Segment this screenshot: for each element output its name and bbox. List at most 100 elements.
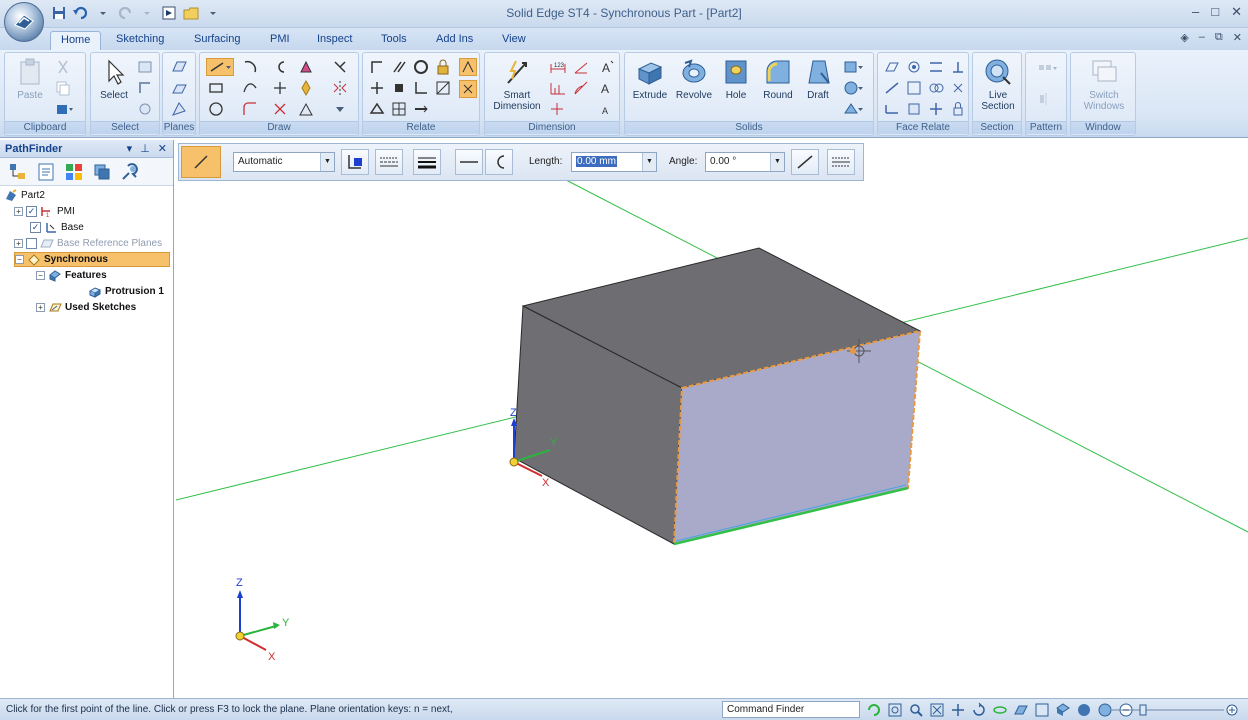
- select-manager-icon[interactable]: [137, 101, 153, 117]
- tree-node-part[interactable]: Part2: [4, 188, 45, 203]
- mirror-pattern-icon[interactable]: [1038, 91, 1054, 107]
- maintain-relationships-icon[interactable]: [459, 58, 477, 76]
- parallel-relation-icon[interactable]: [391, 59, 407, 75]
- fill-tool-icon[interactable]: [298, 59, 314, 75]
- line-type-button[interactable]: [375, 149, 403, 175]
- panel-pin-icon[interactable]: ⊥: [140, 142, 150, 155]
- rectangle-tool-icon[interactable]: [208, 80, 224, 96]
- trim-tool-icon[interactable]: [332, 59, 348, 75]
- visibility-checkbox[interactable]: [26, 238, 37, 249]
- panel-close-icon[interactable]: ✕: [158, 142, 167, 155]
- doc-close-icon[interactable]: ✕: [1233, 31, 1242, 44]
- expand-icon[interactable]: +: [14, 239, 23, 248]
- expand-icon[interactable]: +: [36, 303, 45, 312]
- copy-format-icon[interactable]: [55, 101, 73, 117]
- coplanar-icon[interactable]: [884, 59, 900, 75]
- draft-button[interactable]: Draft: [795, 57, 841, 101]
- live-section-button[interactable]: Live Section: [975, 57, 1021, 112]
- curve-tool-icon[interactable]: [242, 80, 258, 96]
- arc-tool-icon[interactable]: [242, 59, 258, 75]
- tree-node-base[interactable]: ✓ Base: [30, 220, 84, 235]
- tree-node-base-reference-planes[interactable]: + Base Reference Planes: [14, 236, 162, 251]
- more-options-button[interactable]: [827, 149, 855, 175]
- select-filter-icon[interactable]: [137, 59, 153, 75]
- panel-dropdown-icon[interactable]: ▾: [127, 142, 133, 155]
- equal-relation-icon[interactable]: [391, 80, 407, 96]
- symmetric-relation-icon[interactable]: [369, 101, 385, 117]
- face-perpendicular-icon[interactable]: [950, 59, 966, 75]
- face-tangent-icon[interactable]: [884, 80, 900, 96]
- tab-pmi[interactable]: PMI: [260, 31, 300, 50]
- draw-more-icon[interactable]: [332, 101, 348, 117]
- spin-about-icon[interactable]: [992, 702, 1008, 718]
- visibility-checkbox[interactable]: ✓: [30, 222, 41, 233]
- face-horizontal-icon[interactable]: [884, 101, 900, 117]
- scale-tool-icon[interactable]: [298, 101, 314, 117]
- parallel-plane-icon[interactable]: [171, 80, 187, 96]
- face-concentric-icon[interactable]: [928, 80, 944, 96]
- face-fixed-icon[interactable]: [950, 101, 966, 117]
- switch-windows-button[interactable]: Switch Windows: [1081, 57, 1127, 112]
- application-button[interactable]: [4, 2, 44, 42]
- select-button[interactable]: Select: [91, 57, 137, 101]
- solids-more-icon[interactable]: [843, 101, 863, 117]
- face-symmetric-icon[interactable]: [906, 80, 922, 96]
- move-tool-icon[interactable]: [298, 79, 314, 97]
- smart-dimension-button[interactable]: Smart Dimension: [491, 57, 543, 112]
- coaxial-icon[interactable]: [906, 59, 922, 75]
- line-color-button[interactable]: [341, 149, 369, 175]
- arc-mode-button[interactable]: [485, 149, 513, 175]
- tab-surfacing[interactable]: Surfacing: [184, 31, 250, 50]
- angular-coordinate-icon[interactable]: [573, 80, 589, 96]
- pathfinder-filter-icon[interactable]: [92, 162, 112, 182]
- line-mode-button[interactable]: [455, 149, 483, 175]
- maximize-button[interactable]: □: [1211, 4, 1219, 20]
- tree-node-pmi[interactable]: + ✓ 1 PMI: [14, 204, 75, 219]
- select-tools-icon[interactable]: [137, 80, 153, 96]
- rotate-icon[interactable]: [971, 702, 987, 718]
- tab-tools[interactable]: Tools: [371, 31, 417, 50]
- hole-button[interactable]: Hole: [713, 57, 759, 101]
- tab-add-ins[interactable]: Add Ins: [426, 31, 483, 50]
- solid-box[interactable]: [513, 247, 922, 546]
- collapse-icon[interactable]: −: [36, 271, 45, 280]
- trim-corner-tool-icon[interactable]: [272, 101, 288, 117]
- doc-restore-icon[interactable]: ⧉: [1215, 31, 1223, 44]
- tab-sketching[interactable]: Sketching: [106, 31, 174, 50]
- tab-inspect[interactable]: Inspect: [307, 31, 362, 50]
- perpendicular-relation-icon[interactable]: [369, 80, 385, 96]
- sketch-view-icon[interactable]: [1034, 702, 1050, 718]
- pattern-icon[interactable]: [1038, 63, 1057, 79]
- zoom-slider[interactable]: [1110, 704, 1240, 716]
- coincident-plane-icon[interactable]: [171, 59, 187, 75]
- horizontal-vertical-icon[interactable]: [413, 80, 429, 96]
- pathfinder-tree-icon[interactable]: [8, 162, 28, 182]
- zoom-area-icon[interactable]: [887, 702, 903, 718]
- tab-view[interactable]: View: [492, 31, 536, 50]
- paste-button[interactable]: Paste: [7, 57, 53, 101]
- tree-node-features[interactable]: − Features: [36, 268, 107, 283]
- minimize-button[interactable]: –: [1192, 4, 1199, 20]
- zoom-icon[interactable]: [908, 702, 924, 718]
- line-type-dropdown[interactable]: Automatic ▼: [233, 152, 335, 172]
- distance-between-icon[interactable]: 123: [549, 59, 566, 75]
- pathfinder-notes-icon[interactable]: [36, 162, 56, 182]
- shaded-view-icon[interactable]: [1076, 702, 1092, 718]
- pan-icon[interactable]: [950, 702, 966, 718]
- extrude-button[interactable]: Extrude: [627, 57, 673, 101]
- help-icon[interactable]: ◈: [1180, 31, 1188, 44]
- lock-relation-icon[interactable]: [435, 59, 451, 75]
- line-tool-icon[interactable]: [206, 58, 234, 76]
- look-at-face-icon[interactable]: [1013, 702, 1029, 718]
- line-options-button[interactable]: [181, 146, 221, 178]
- copy-icon[interactable]: [55, 80, 71, 96]
- expand-icon[interactable]: +: [14, 207, 23, 216]
- close-button[interactable]: ✕: [1231, 4, 1242, 20]
- angle-between-icon[interactable]: [573, 59, 589, 75]
- line-width-button[interactable]: [413, 149, 441, 175]
- view-orientation-icon[interactable]: [1055, 702, 1071, 718]
- visibility-checkbox[interactable]: ✓: [26, 206, 37, 217]
- extend-tool-icon[interactable]: [272, 80, 288, 96]
- angled-plane-icon[interactable]: [171, 101, 187, 117]
- thin-wall-icon[interactable]: [843, 59, 863, 75]
